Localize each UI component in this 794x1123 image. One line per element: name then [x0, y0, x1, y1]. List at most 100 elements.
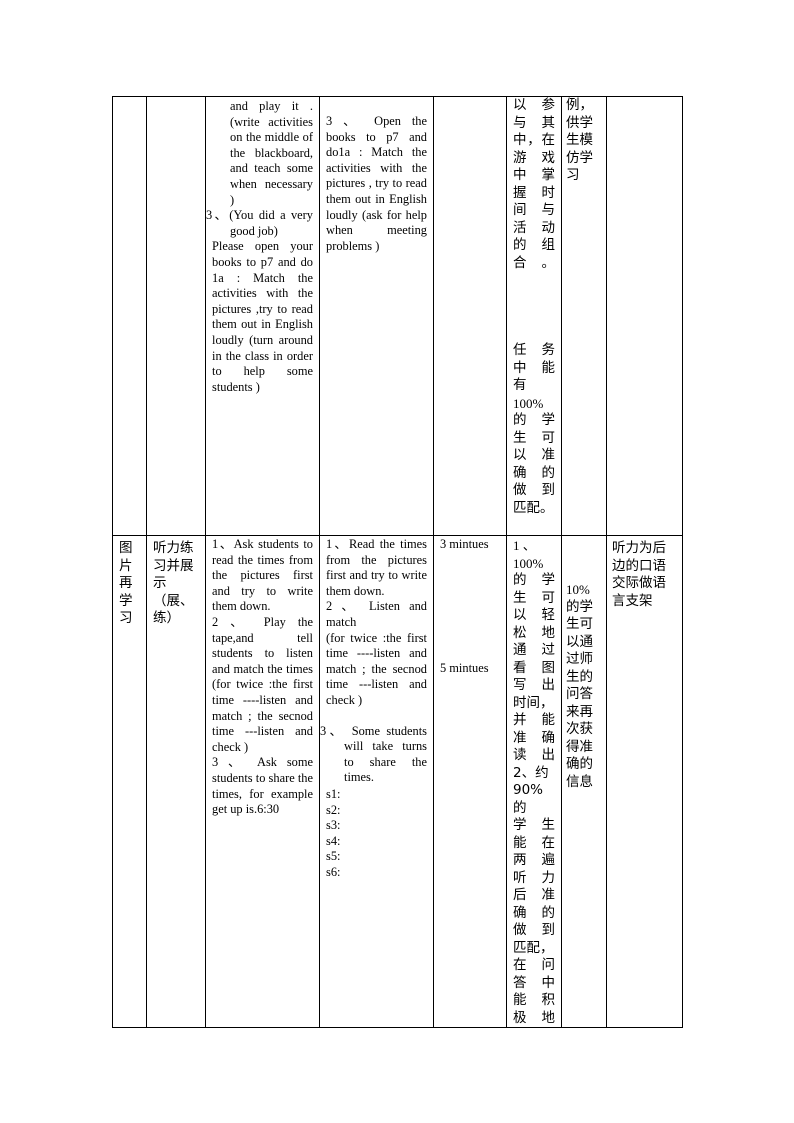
student-slot: s5:: [326, 849, 341, 864]
student-text: 2 、 Listen and match: [326, 599, 427, 629]
cell-student-activity: 1、Read the times from the pictures first…: [319, 535, 434, 1028]
text-line: 确的: [566, 756, 593, 772]
text-line: 10%: [566, 582, 590, 597]
text-line: 中能: [513, 359, 555, 376]
text-line: 习: [119, 610, 133, 626]
text-line: 例，: [566, 97, 593, 113]
text-line: 生可: [513, 589, 555, 606]
student-slot: s2:: [326, 802, 341, 817]
text-line: 示: [153, 575, 167, 591]
feedback-text: 10% 的学 生可 以通 过师 生的 问答 来再 次获 得准 确的 信息: [562, 536, 606, 791]
text-line: 1 、: [513, 538, 536, 553]
cell-evaluation: 1 、 100% 的学 生可 以轻 松地 通过 看图 写出 时间， 并能 准确 读出 2、约 90%的 学生能…: [506, 535, 562, 1028]
student-text: 3 、 Open the books to p7 and do1a : Matc…: [326, 114, 427, 253]
text-line: 习并展: [153, 557, 194, 574]
evaluation-text: 任务 中能有 100% 的学 生可 以准 确的 做到 匹配。: [507, 272, 561, 517]
text-line: 做到: [513, 922, 555, 938]
cell-teacher-activity: and play it .(write activities on the mi…: [205, 96, 320, 536]
text-line: 确的: [513, 904, 555, 921]
text-line: 时间，: [513, 694, 554, 711]
teacher-text: 1、Ask students to read the times from th…: [212, 537, 313, 614]
cell-student-activity: 3 、 Open the books to p7 and do1a : Matc…: [319, 96, 434, 536]
cell-activity: [146, 96, 206, 536]
time-text: 3 mintues: [440, 537, 489, 551]
text-line: 并能: [513, 712, 555, 728]
cell-stage: 图片再学习: [112, 535, 147, 1028]
table-row: and play it .(write activities on the mi…: [112, 96, 683, 536]
text-line: 的学: [513, 572, 555, 588]
text-line: 言支架: [612, 592, 653, 609]
text-line: 来再: [566, 703, 593, 720]
text-line: 以准: [513, 447, 555, 463]
teacher-text: 3、(You did a very good job): [206, 208, 313, 238]
text-line: 100%: [513, 395, 544, 411]
text-line: （展、: [153, 592, 194, 609]
student-slot: s6:: [326, 864, 341, 879]
text-line: 间与: [513, 202, 555, 218]
text-line: 游戏: [513, 149, 555, 166]
text-line: 的组: [513, 237, 555, 253]
text-line: 活动: [513, 219, 555, 236]
text-line: 生可: [566, 616, 593, 632]
text-line: 合。: [513, 254, 555, 271]
text-line: 任务: [513, 342, 555, 358]
cell-purpose: [606, 96, 683, 536]
text-line: 问答: [566, 686, 593, 702]
cell-activity: 听力练 习并展示（展、 练）: [146, 535, 206, 1028]
text-line: 生的: [566, 668, 593, 685]
text-line: 在问: [513, 957, 555, 973]
teacher-text: 3 、 Ask some students to share the times…: [212, 755, 313, 817]
text-line: 有: [513, 377, 527, 393]
text-line: 握时: [513, 184, 555, 201]
text-line: 的学: [513, 412, 555, 428]
student-slots: s1: s2: s3: s4: s5: s6:: [320, 786, 433, 881]
text-line: 写出: [513, 677, 555, 693]
text-line: 以参: [513, 97, 555, 113]
text-line: 信息: [566, 773, 593, 790]
text-line: 两遍: [513, 852, 555, 868]
text-line: 以通: [566, 633, 593, 650]
teacher-text: Please open your books to p7 and do 1a :…: [212, 239, 313, 394]
purpose-text: 听力为后 边的口语 交际做语 言支架: [607, 536, 682, 610]
text-line: 得准: [566, 738, 593, 755]
cell-time: 3 mintues 5 mintues: [433, 535, 507, 1028]
feedback-text: 例， 供学 生模 仿学习: [562, 97, 606, 185]
text-line: 看图: [513, 659, 555, 676]
text-line: 2、约: [513, 764, 549, 781]
document-page: and play it .(write activities on the mi…: [0, 0, 794, 1123]
text-line: 的学: [566, 598, 593, 615]
text-line: 读出: [513, 747, 555, 763]
cell-stage: [112, 96, 147, 536]
cell-evaluation: 以参 与其 中，在 游戏 中掌 握时 间与 活动 的组 合。 任务 中能有 100% 的学 生可 以准 确的做…: [506, 96, 562, 536]
student-slot: s3:: [326, 818, 341, 833]
cell-time: [433, 96, 507, 536]
text-line: 中，在: [513, 132, 555, 148]
text-line: 确的: [513, 464, 555, 481]
text-line: 图: [119, 540, 133, 556]
text-line: 听力为后: [612, 540, 666, 556]
text-line: 极地: [513, 1009, 555, 1026]
student-text: 1、Read the times from the pictures first…: [326, 537, 427, 598]
text-line: 匹配。: [513, 499, 554, 516]
text-line: 能在: [513, 834, 555, 851]
text-line: 通过: [513, 642, 555, 658]
text-line: 能积: [513, 992, 555, 1008]
text-line: 后准: [513, 887, 555, 903]
text-line: 准确: [513, 729, 555, 746]
text-line: 学生: [513, 817, 555, 833]
text-line: 练）: [153, 610, 180, 626]
text-line: 习: [566, 167, 580, 183]
text-line: 中掌: [513, 167, 555, 183]
text-line: 片: [119, 557, 133, 574]
stage-text: 图片再学习: [113, 536, 146, 632]
student-text: (for twice :the first time ----listen an…: [326, 630, 427, 707]
lesson-plan-table: and play it .(write activities on the mi…: [112, 96, 683, 1028]
text-line: 过师: [566, 651, 593, 667]
text-line: 匹配，: [513, 939, 554, 956]
text-line: 学: [119, 592, 133, 609]
cell-feedback: 10% 的学 生可 以通 过师 生的 问答 来再 次获 得准 确的 信息: [561, 535, 607, 1028]
text-line: 做到: [513, 482, 555, 498]
text-line: 松地: [513, 624, 555, 641]
text-line: 仿学: [566, 149, 593, 166]
evaluation-text: 以参 与其 中，在 游戏 中掌 握时 间与 活动 的组 合。: [507, 97, 561, 272]
